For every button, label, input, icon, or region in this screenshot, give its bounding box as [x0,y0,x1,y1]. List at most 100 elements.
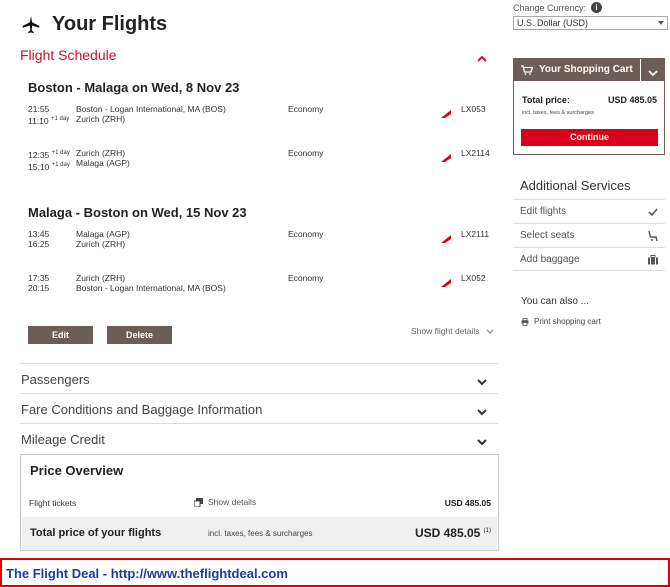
departure-airport: Malaga (AGP) [76,229,130,239]
you-can-also-title: You can also ... [521,296,590,307]
segment-airports: Malaga (AGP) Zurich (ZRH) [76,229,130,249]
cart-toggle-button[interactable] [640,59,664,81]
baggage-icon [647,253,659,265]
cart-title: Your Shopping Cart [521,64,633,75]
accordion-label: Mileage Credit [21,432,105,447]
departure-time: 21:55 [28,104,50,114]
price-overview-title: Price Overview [30,463,124,478]
flight-tickets-value: USD 485.05 [444,498,491,508]
cart-note: incl. taxes, fees & surcharges [522,110,594,116]
total-price-note: incl. taxes, fees & surcharges [208,529,313,538]
print-shopping-cart-link[interactable]: Print shopping cart [521,317,601,326]
day-offset: +1 day [51,161,70,168]
departure-airport: Zurich (ZRH) [76,273,126,283]
departure-time: 13:45 [28,229,50,239]
departure-airport: Zurich (ZRH) [76,148,126,158]
departure-airport: Boston - Logan International, MA (BOS) [76,104,226,114]
departure-time: 12:35 [28,149,50,160]
airline-logo-icon [441,105,451,118]
show-flight-details-label: Show flight details [411,326,480,336]
flight-number: LX2114 [461,148,490,158]
cart-header: Your Shopping Cart [514,59,664,81]
show-details-label: Show details [208,497,257,507]
service-select-seats[interactable]: Select seats [513,223,665,247]
checkmark-icon [647,205,659,217]
service-label: Select seats [520,230,575,241]
accordion-passengers[interactable]: Passengers [20,363,498,393]
flight-tickets-label: Flight tickets [29,498,77,508]
day-offset: +1 day [51,116,70,122]
cart-total-value: USD 485.05 [608,95,658,105]
segment-times: 13:45 16:25 [28,229,49,249]
chevron-down-icon [476,435,488,447]
change-currency-label: Change Currency: i [513,2,603,13]
segment-airports: Boston - Logan International, MA (BOS) Z… [76,104,226,124]
arrival-time: 16:25 [28,239,50,249]
accordion-label: Passengers [21,372,90,387]
currency-select[interactable]: U.S. Dollar (USD) [513,16,668,30]
arrival-time: 15:10 [28,161,50,172]
chevron-up-icon[interactable] [476,52,488,64]
cart-title-text: Your Shopping Cart [539,64,633,75]
segment-times: 12:35 +1 day 15:10 +1 day [28,148,70,172]
arrival-airport: Zurich (ZRH) [76,114,126,124]
airline-logo-icon [441,230,451,243]
arrival-airport: Malaga (AGP) [76,158,130,168]
airplane-icon [20,14,42,36]
service-edit-flights[interactable]: Edit flights [513,199,665,223]
route-title-return: Malaga - Boston on Wed, 15 Nov 23 [28,205,247,220]
expand-icon [193,497,203,507]
chevron-down-icon [476,405,488,417]
chevron-down-icon [476,375,488,387]
price-overview: Price Overview Flight tickets Show detai… [20,454,499,551]
cabin-class: Economy [288,229,324,239]
chevron-down-icon [647,65,659,77]
accordion-fare-conditions[interactable]: Fare Conditions and Baggage Information [20,393,498,423]
accordion-mileage-credit[interactable]: Mileage Credit [20,423,498,453]
banner-text[interactable]: The Flight Deal - http://www.theflightde… [6,566,288,581]
page-title-text: Your Flights [52,13,168,35]
total-price-value: USD 485.05 (1) [415,526,491,540]
page-title: Your Flights [20,13,167,36]
delete-button[interactable]: Delete [107,326,172,344]
flight-number: LX052 [461,273,486,283]
arrival-airport: Boston - Logan International, MA (BOS) [76,283,226,293]
total-price-amount: USD 485.05 [414,526,481,540]
printer-icon [521,317,529,326]
caret-down-icon [658,21,664,25]
print-label: Print shopping cart [534,317,601,326]
cart-icon [521,64,534,75]
service-add-baggage[interactable]: Add baggage [513,247,665,271]
segment-airports: Zurich (ZRH) Malaga (AGP) [76,148,130,168]
additional-services-title: Additional Services [520,178,631,193]
info-icon[interactable]: i [591,2,603,13]
shopping-cart: Your Shopping Cart Total price: USD 485.… [513,58,665,155]
cabin-class: Economy [288,273,324,283]
flight-number: LX2111 [461,229,490,239]
footnote-marker: (1) [483,528,491,534]
flight-number: LX053 [461,104,486,114]
accordion-label: Fare Conditions and Baggage Information [21,402,263,417]
show-flight-details-link[interactable]: Show flight details [411,326,494,336]
arrival-time: 11:10 [28,115,49,126]
currency-selected-value: U.S. Dollar (USD) [517,18,589,28]
total-price-label: Total price of your flights [30,527,162,539]
airline-logo-icon [441,274,451,287]
flight-deal-banner: The Flight Deal - http://www.theflightde… [0,558,670,587]
price-total-bar: Total price of your flights incl. taxes,… [22,517,497,550]
route-title-outbound: Boston - Malaga on Wed, 8 Nov 23 [28,80,240,95]
continue-button[interactable]: Continue [521,129,658,146]
service-label: Edit flights [520,206,567,217]
arrival-time: 20:15 [28,283,50,293]
airline-logo-icon [441,149,451,162]
day-offset: +1 day [51,150,70,156]
cabin-class: Economy [288,104,324,114]
service-label: Add baggage [520,254,580,265]
seat-icon [647,229,659,242]
chevron-down-icon [486,327,494,335]
cabin-class: Economy [288,148,324,158]
show-details-link[interactable]: Show details [193,497,257,507]
segment-times: 21:55 11:10 +1 day [28,104,69,126]
edit-button[interactable]: Edit [28,326,93,344]
segment-times: 17:35 20:15 [28,273,49,293]
